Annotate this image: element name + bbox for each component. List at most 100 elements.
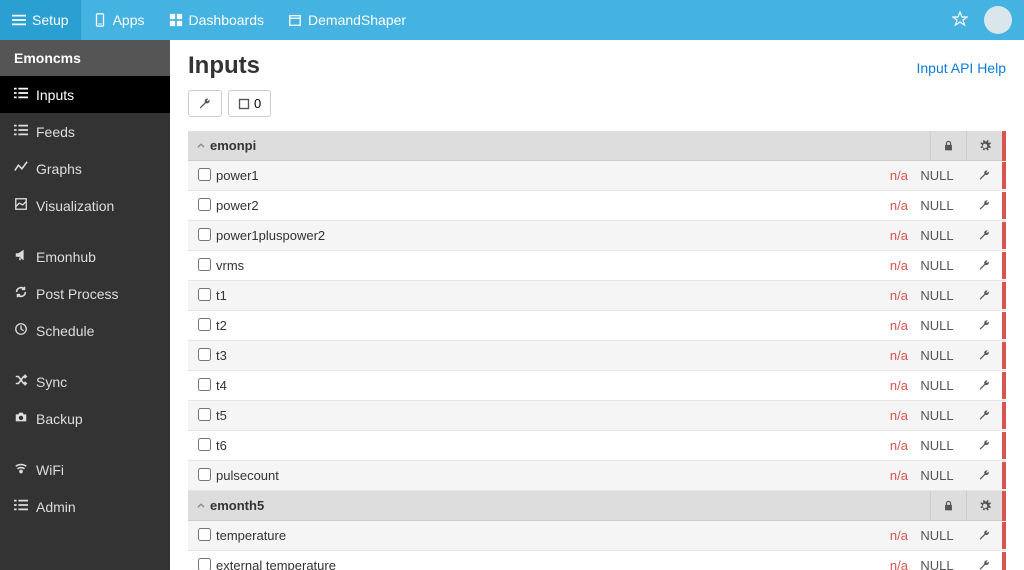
- row-checkbox[interactable]: [198, 438, 211, 451]
- lock-icon[interactable]: [930, 131, 966, 160]
- chevron-up-icon[interactable]: [188, 501, 208, 511]
- lock-icon[interactable]: [930, 491, 966, 520]
- sidebar: Emoncms Inputs Feeds GraphsVisualization Em…: [0, 40, 170, 570]
- chevron-up-icon[interactable]: [188, 141, 208, 151]
- row-checkbox[interactable]: [198, 528, 211, 541]
- sidebar-item-wifi[interactable]: WiFi: [0, 451, 170, 488]
- configure-input-button[interactable]: [966, 409, 1002, 422]
- configure-input-button[interactable]: [966, 379, 1002, 392]
- sidebar-item-label: WiFi: [36, 462, 64, 478]
- configure-input-button[interactable]: [966, 439, 1002, 452]
- row-checkbox[interactable]: [198, 228, 211, 241]
- refresh-icon: [14, 285, 28, 302]
- input-status: n/a: [858, 288, 908, 303]
- row-checkbox[interactable]: [198, 408, 211, 421]
- api-help-link[interactable]: Input API Help: [916, 60, 1006, 76]
- camera-icon: [14, 410, 28, 427]
- sidebar-item-label: Sync: [36, 374, 67, 390]
- grid-icon: [169, 13, 183, 27]
- configure-input-button[interactable]: [966, 319, 1002, 332]
- star-icon: [952, 11, 968, 27]
- configure-input-button[interactable]: [966, 259, 1002, 272]
- input-status: n/a: [858, 558, 908, 570]
- status-bar: [1002, 402, 1006, 429]
- sidebar-item-inputs[interactable]: Inputs: [0, 76, 170, 113]
- configure-button[interactable]: [188, 90, 222, 117]
- input-value: NULL: [908, 528, 966, 543]
- row-checkbox[interactable]: [198, 558, 211, 570]
- configure-input-button[interactable]: [966, 349, 1002, 362]
- input-label: power1pluspower2: [214, 228, 858, 243]
- status-bar: [1002, 372, 1006, 399]
- configure-input-button[interactable]: [966, 529, 1002, 542]
- row-checkbox[interactable]: [198, 288, 211, 301]
- topbar-bookmark[interactable]: [940, 11, 980, 30]
- configure-input-button[interactable]: [966, 169, 1002, 182]
- calendar-icon: [288, 13, 302, 27]
- status-bar: [1002, 131, 1006, 161]
- input-label: t3: [214, 348, 858, 363]
- collapse-count: 0: [254, 96, 261, 111]
- input-status: n/a: [858, 348, 908, 363]
- sidebar-item-backup[interactable]: Backup: [0, 400, 170, 437]
- row-checkbox[interactable]: [198, 378, 211, 391]
- input-label: vrms: [214, 258, 858, 273]
- row-checkbox[interactable]: [198, 468, 211, 481]
- input-label: power1: [214, 168, 858, 183]
- sidebar-item-label: Post Process: [36, 286, 118, 302]
- row-checkbox[interactable]: [198, 258, 211, 271]
- sidebar-item-visualization[interactable]: Visualization: [0, 187, 170, 224]
- topbar-demandshaper[interactable]: DemandShaper: [276, 0, 418, 40]
- collapse-button[interactable]: 0: [228, 90, 271, 117]
- input-row: power1pluspower2n/aNULL: [188, 221, 1006, 251]
- gear-icon[interactable]: [966, 131, 1002, 160]
- status-bar: [1002, 552, 1006, 570]
- configure-input-button[interactable]: [966, 469, 1002, 482]
- sidebar-item-feeds[interactable]: Feeds: [0, 113, 170, 150]
- configure-input-button[interactable]: [966, 199, 1002, 212]
- sidebar-item-graphs[interactable]: Graphs: [0, 150, 170, 187]
- group-name: emonpi: [208, 138, 930, 153]
- input-status: n/a: [858, 378, 908, 393]
- input-row: external temperaturen/aNULL: [188, 551, 1006, 570]
- gear-icon[interactable]: [966, 491, 1002, 520]
- topbar-dashboards[interactable]: Dashboards: [157, 0, 277, 40]
- user-avatar[interactable]: [984, 6, 1012, 34]
- input-row: t3n/aNULL: [188, 341, 1006, 371]
- main-content: Inputs Input API Help 0 emonpipower1n/aN…: [170, 40, 1024, 570]
- configure-input-button[interactable]: [966, 289, 1002, 302]
- wifi-icon: [14, 461, 28, 478]
- list-icon: [14, 123, 28, 140]
- topbar-setup[interactable]: Setup: [0, 0, 81, 40]
- status-bar: [1002, 462, 1006, 489]
- input-status: n/a: [858, 228, 908, 243]
- topbar: Setup Apps Dashboards DemandShaper: [0, 0, 1024, 40]
- input-label: t1: [214, 288, 858, 303]
- status-bar: [1002, 192, 1006, 219]
- sidebar-item-post-process[interactable]: Post Process: [0, 275, 170, 312]
- configure-input-button[interactable]: [966, 559, 1002, 570]
- input-status: n/a: [858, 438, 908, 453]
- status-bar: [1002, 282, 1006, 309]
- input-label: temperature: [214, 528, 858, 543]
- input-row: vrmsn/aNULL: [188, 251, 1006, 281]
- sidebar-item-sync[interactable]: Sync: [0, 363, 170, 400]
- row-checkbox[interactable]: [198, 318, 211, 331]
- sidebar-title: Emoncms: [0, 40, 170, 76]
- group-name: emonth5: [208, 498, 930, 513]
- row-checkbox[interactable]: [198, 198, 211, 211]
- row-checkbox[interactable]: [198, 348, 211, 361]
- sidebar-item-emonhub[interactable]: Emonhub: [0, 238, 170, 275]
- input-status: n/a: [858, 408, 908, 423]
- row-checkbox[interactable]: [198, 168, 211, 181]
- input-value: NULL: [908, 558, 966, 570]
- input-value: NULL: [908, 258, 966, 273]
- group-header: emonth5: [188, 491, 1006, 521]
- sidebar-item-label: Feeds: [36, 124, 75, 140]
- sidebar-item-label: Inputs: [36, 87, 74, 103]
- sidebar-item-admin[interactable]: Admin: [0, 488, 170, 525]
- input-status: n/a: [858, 258, 908, 273]
- sidebar-item-schedule[interactable]: Schedule: [0, 312, 170, 349]
- topbar-apps[interactable]: Apps: [81, 0, 157, 40]
- configure-input-button[interactable]: [966, 229, 1002, 242]
